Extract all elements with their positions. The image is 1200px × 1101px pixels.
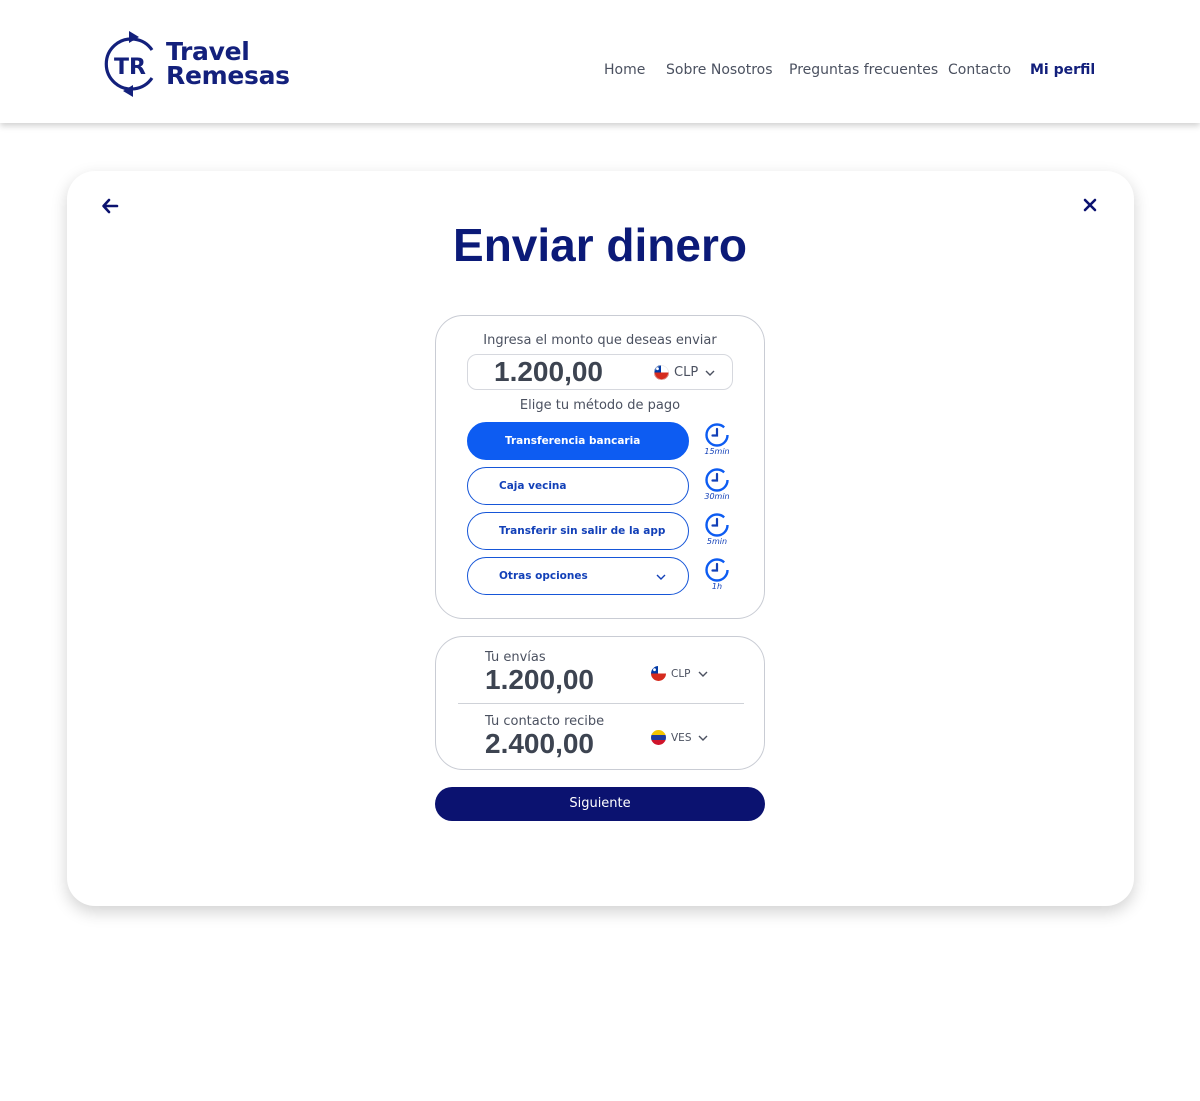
payment-method-label: Elige tu método de pago — [519, 398, 681, 413]
page-title: Enviar dinero — [453, 219, 747, 271]
nav-home[interactable]: Home — [604, 62, 645, 78]
nav-mi-perfil[interactable]: Mi perfil — [1030, 62, 1095, 78]
timer-badge: 5min — [703, 512, 731, 546]
send-currency-select[interactable]: CLP — [651, 666, 708, 681]
chevron-down-icon — [656, 574, 666, 580]
timer-label: 15min — [704, 447, 730, 456]
method-transferencia-bancaria[interactable]: Transferencia bancaria — [467, 422, 689, 460]
timer-label: 1h — [711, 582, 723, 591]
chile-flag-icon — [654, 365, 669, 380]
receive-amount: 2.400,00 — [485, 728, 594, 759]
nav-preguntas-frecuentes[interactable]: Preguntas frecuentes — [789, 62, 938, 78]
timer-badge: 15min — [703, 422, 731, 456]
timer-label: 30min — [704, 492, 730, 501]
nav-contacto[interactable]: Contacto — [948, 62, 1011, 78]
amount-input[interactable]: 1.200,00 CLP — [467, 354, 733, 390]
method-label: Transferir sin salir de la app — [499, 525, 666, 537]
method-label: Otras opciones — [499, 570, 588, 582]
timer-badge: 1h — [703, 557, 731, 591]
chile-flag-icon — [651, 666, 666, 681]
method-label: Transferencia bancaria — [505, 435, 641, 447]
amount-value: 1.200,00 — [494, 356, 603, 387]
timer-icon — [705, 423, 729, 447]
summary-divider — [458, 703, 744, 704]
amount-payment-box: Ingresa el monto que deseas enviar 1.200… — [435, 315, 765, 619]
main-nav: Home Sobre Nosotros Preguntas frecuentes… — [0, 62, 1200, 82]
receive-currency-select[interactable]: VES — [651, 730, 708, 745]
top-header: TR Travel Remesas Home Sobre Nosotros Pr… — [0, 0, 1200, 123]
chevron-down-icon — [698, 735, 708, 741]
back-arrow-icon[interactable] — [101, 197, 119, 215]
next-button[interactable]: Siguiente — [435, 787, 765, 821]
receive-label: Tu contacto recibe — [485, 714, 605, 729]
send-currency-code: CLP — [671, 667, 691, 680]
amount-currency-select[interactable]: CLP — [654, 365, 715, 380]
send-amount: 1.200,00 — [485, 664, 594, 695]
amount-currency-code: CLP — [674, 365, 699, 380]
timer-icon — [705, 468, 729, 492]
chevron-down-icon — [698, 671, 708, 677]
send-label: Tu envías — [485, 650, 546, 665]
close-icon[interactable] — [1082, 197, 1098, 213]
timer-badge: 30min — [703, 467, 731, 501]
amount-label: Ingresa el monto que deseas enviar — [483, 333, 717, 348]
timer-icon — [705, 513, 729, 537]
method-transferir-sin-salir[interactable]: Transferir sin salir de la app — [467, 512, 689, 550]
venezuela-flag-icon — [651, 730, 666, 745]
timer-label: 5min — [706, 537, 728, 546]
method-caja-vecina[interactable]: Caja vecina — [467, 467, 689, 505]
chevron-down-icon — [705, 370, 715, 376]
timer-icon — [705, 558, 729, 582]
method-otras-opciones[interactable]: Otras opciones — [467, 557, 689, 595]
nav-sobre-nosotros[interactable]: Sobre Nosotros — [666, 62, 773, 78]
receive-currency-code: VES — [671, 731, 692, 744]
method-label: Caja vecina — [499, 480, 567, 492]
conversion-summary-box: Tu envías 1.200,00 CLP Tu contacto recib… — [435, 636, 765, 770]
